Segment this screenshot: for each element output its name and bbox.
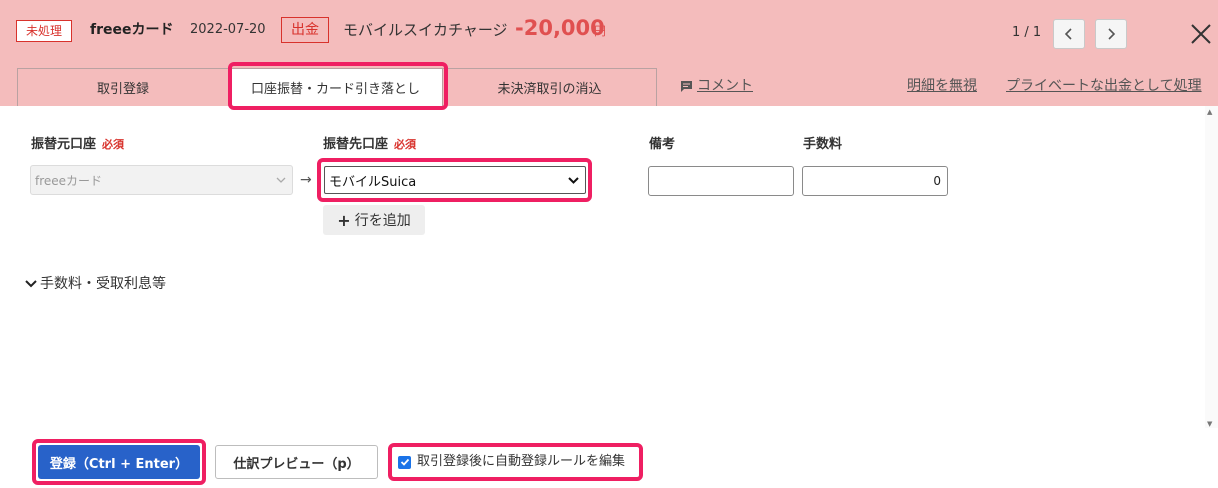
auto-rule-label: 取引登録後に自動登録ルールを編集	[417, 454, 626, 469]
transaction-header: 未処理 freeeカード 2022-07-20 出金 モバイルスイカチャージ -…	[0, 0, 1218, 110]
previous-button[interactable]	[1053, 19, 1085, 49]
transaction-type-badge: 出金	[281, 17, 329, 43]
fee-input[interactable]: 0	[802, 166, 948, 196]
required-mark: 必須	[102, 138, 125, 151]
required-mark: 必須	[394, 138, 417, 151]
tab-bar: 取引登録 口座振替・カード引き落とし 未決済取引の消込	[17, 68, 657, 106]
scroll-up-icon[interactable]: ▲	[1207, 108, 1212, 116]
plus-icon: +	[337, 210, 351, 230]
fee-section-toggle[interactable]: 手数料・受取利息等	[24, 274, 166, 294]
checkbox-checked-icon[interactable]	[398, 455, 411, 469]
chevron-right-icon	[1108, 28, 1116, 40]
add-row-button[interactable]: + 行を追加	[323, 205, 425, 235]
pager-count: 1 / 1	[1012, 25, 1042, 40]
register-button[interactable]: 登録（Ctrl + Enter）	[38, 445, 200, 479]
to-account-label-text: 振替先口座	[323, 137, 389, 152]
tab-transfer[interactable]: 口座振替・カード引き落とし	[229, 68, 443, 106]
to-account-label: 振替先口座 必須	[323, 136, 416, 154]
memo-input[interactable]	[648, 166, 794, 196]
from-account-value: freeeカード	[35, 173, 103, 188]
to-account-value: モバイルSuica	[329, 174, 417, 190]
private-expense-link[interactable]: プライベートな出金として処理	[1006, 76, 1202, 96]
close-icon[interactable]	[1190, 23, 1212, 45]
transaction-date: 2022-07-20	[190, 22, 266, 37]
journal-preview-button[interactable]: 仕訳プレビュー（p）	[215, 445, 378, 479]
check-icon	[400, 458, 409, 466]
currency-unit: 円	[594, 24, 607, 38]
to-account-select[interactable]: モバイルSuica	[324, 166, 586, 194]
transaction-dialog: 未処理 freeeカード 2022-07-20 出金 モバイルスイカチャージ -…	[0, 0, 1218, 488]
arrow-right-icon: →	[300, 172, 312, 188]
fee-label: 手数料	[803, 137, 843, 152]
card-name: freeeカード	[90, 22, 174, 38]
chevron-down-icon	[568, 177, 579, 184]
next-button[interactable]	[1095, 19, 1127, 49]
tab-reconcile[interactable]: 未決済取引の消込	[443, 68, 657, 106]
from-account-select: freeeカード	[30, 165, 293, 195]
auto-rule-checkbox[interactable]: 取引登録後に自動登録ルールを編集	[398, 453, 625, 471]
chevron-down-icon	[25, 280, 37, 288]
comment-link-label: コメント	[697, 78, 753, 94]
comment-icon	[681, 80, 692, 92]
fee-section-label: 手数料・受取利息等	[40, 276, 166, 292]
transaction-description: モバイルスイカチャージ	[343, 21, 508, 39]
scrollbar[interactable]	[1205, 106, 1218, 428]
status-badge: 未処理	[16, 20, 72, 42]
from-account-label: 振替元口座 必須	[31, 136, 124, 154]
from-account-label-text: 振替元口座	[31, 137, 97, 152]
comment-link[interactable]: コメント	[680, 76, 753, 96]
chevron-down-icon	[276, 177, 286, 183]
memo-label: 備考	[649, 137, 676, 152]
ignore-statement-link[interactable]: 明細を無視	[907, 76, 977, 96]
tab-register[interactable]: 取引登録	[17, 68, 229, 106]
chevron-left-icon	[1064, 28, 1072, 40]
add-row-label: 行を追加	[354, 213, 411, 229]
transaction-amount: -20,000	[515, 16, 605, 40]
scroll-down-icon[interactable]: ▼	[1207, 420, 1212, 428]
